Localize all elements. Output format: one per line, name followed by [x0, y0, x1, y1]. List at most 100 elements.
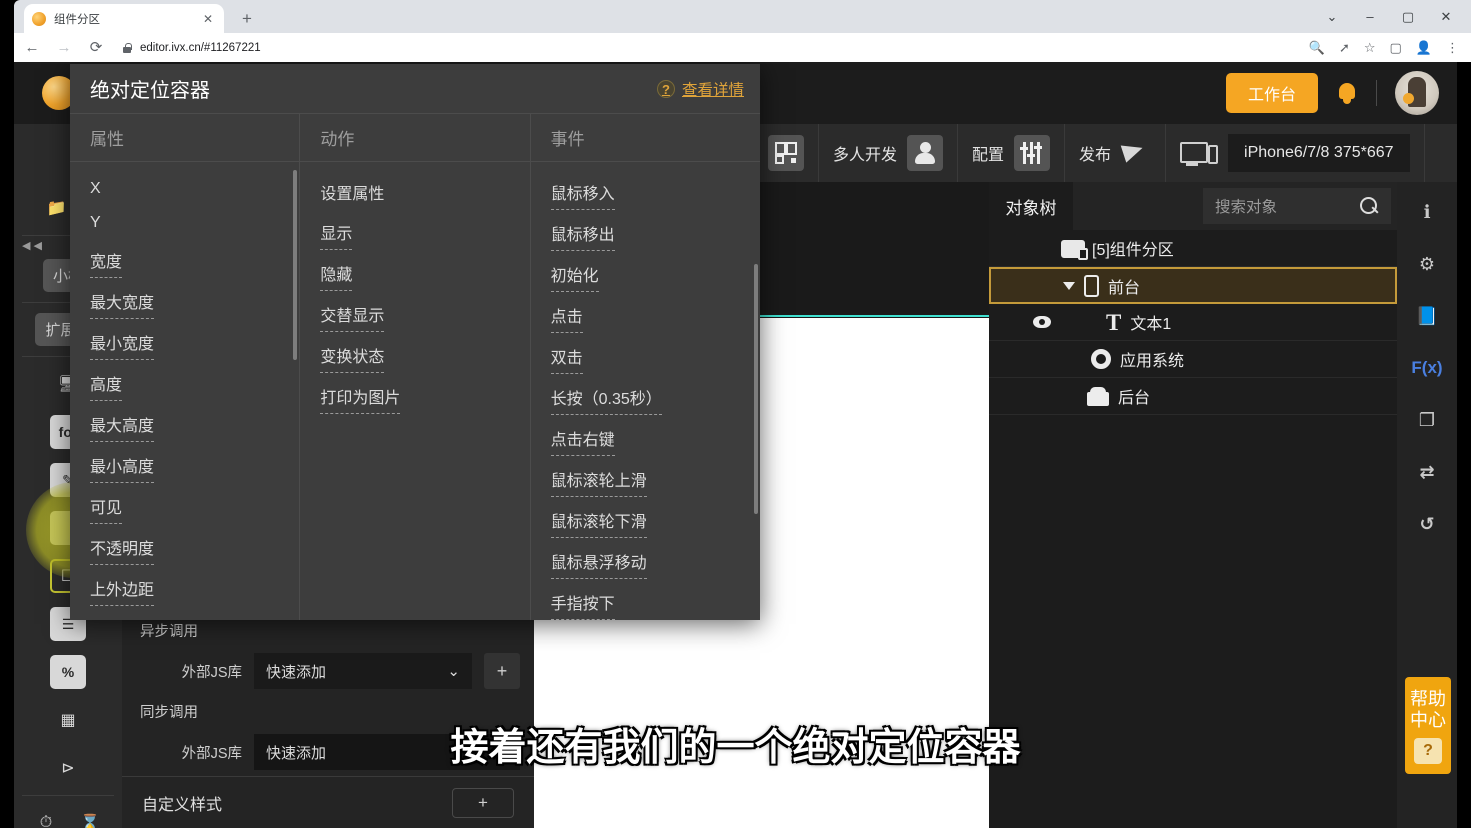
reload-icon[interactable]: ⟳	[82, 34, 110, 62]
copy-icon[interactable]: ❐	[1412, 406, 1442, 434]
list-item[interactable]: 鼠标滚轮上滑	[550, 461, 647, 497]
list-item[interactable]: 双击	[550, 338, 583, 374]
popup-columns: 属性 X Y 宽度 最大宽度 最小宽度 高度 最大高度 最小高度 可见 不透明度…	[70, 114, 760, 620]
close-icon[interactable]: ✕	[200, 12, 216, 26]
bell-icon[interactable]	[1336, 81, 1358, 105]
maximize-icon[interactable]: ▢	[1399, 9, 1417, 25]
list-item[interactable]: 鼠标悬浮移动	[550, 543, 647, 579]
menu-icon[interactable]: ⋮	[1446, 40, 1459, 56]
browser-chrome: 组件分区 ✕ + ⌄ – ▢ ✕ ← → ⟳ editor.ivx.cn/#11…	[0, 0, 1471, 62]
list-item[interactable]: 长按（0.35秒）	[550, 379, 662, 415]
search-placeholder: 搜索对象	[1215, 199, 1278, 216]
qr-code-icon[interactable]	[768, 135, 804, 171]
percent-icon[interactable]: %	[50, 655, 86, 689]
list-item[interactable]: 鼠标移入	[550, 174, 615, 210]
info-settings-icon[interactable]: ⚙	[1412, 250, 1442, 278]
list-item[interactable]: 鼠标滚轮下滑	[550, 502, 647, 538]
browser-tab-title: 组件分区	[54, 13, 100, 26]
list-item[interactable]: 点击	[550, 297, 583, 333]
list-item[interactable]: 设置属性	[320, 174, 384, 209]
profile-icon[interactable]: 👤	[1416, 40, 1432, 56]
list-item[interactable]: 最大高度	[90, 406, 155, 442]
list-item[interactable]: 点击右键	[550, 420, 615, 456]
list-item[interactable]: 手指按下	[550, 584, 615, 620]
chevron-down-icon[interactable]	[1063, 281, 1075, 290]
list-item[interactable]: 初始化	[550, 256, 599, 292]
swap-icon[interactable]: ⇄	[1412, 458, 1442, 486]
list-item[interactable]: 可见	[90, 488, 123, 524]
column-header-actions: 动作	[300, 114, 530, 162]
info-icon[interactable]: ℹ	[1412, 198, 1442, 226]
tree-label: 后台	[1118, 390, 1151, 407]
search-object-input[interactable]: 搜索对象	[1203, 188, 1391, 224]
workbench-button[interactable]: 工作台	[1225, 73, 1318, 113]
zoom-icon[interactable]: 🔍	[1309, 40, 1325, 56]
function-icon[interactable]: F(x)	[1411, 354, 1442, 382]
device-selector[interactable]: iPhone6/7/8 375*667	[1228, 134, 1410, 172]
config-label: 配置	[972, 147, 1005, 164]
list-item[interactable]: 变换状态	[320, 337, 385, 373]
list-item[interactable]: 下外边距	[90, 611, 154, 620]
forward-icon[interactable]: →	[50, 34, 78, 62]
async-add-button[interactable]: +	[484, 653, 520, 689]
star-icon[interactable]: ☆	[1364, 40, 1376, 56]
list-item[interactable]: Y	[90, 208, 101, 237]
minimize-icon[interactable]: –	[1361, 9, 1379, 24]
tree-row-frontend[interactable]: 前台	[989, 267, 1397, 304]
async-js-lib-select[interactable]: 快速添加 ⌄	[254, 653, 472, 689]
list-item[interactable]: 最小宽度	[90, 324, 155, 360]
list-item[interactable]: 显示	[320, 214, 353, 250]
info-book-icon[interactable]: 📘	[1412, 302, 1442, 330]
tab-object-tree[interactable]: 对象树	[989, 182, 1073, 230]
list-item[interactable]: 交替显示	[320, 296, 385, 332]
view-details-link[interactable]: ? 查看详情	[656, 78, 744, 100]
list-item[interactable]: 鼠标移出	[550, 215, 615, 251]
component-reference-popup[interactable]: 绝对定位容器 ? 查看详情 属性 X Y 宽度 最大宽度 最小宽度 高度 最大高…	[70, 64, 760, 620]
left-icon-time-row[interactable]: ⏱ ⌛	[14, 799, 122, 828]
list-item[interactable]: 不透明度	[90, 529, 155, 565]
back-icon[interactable]: ←	[18, 34, 46, 62]
list-item[interactable]: 打印为图片	[320, 378, 401, 414]
list-item[interactable]: 最大宽度	[90, 283, 155, 319]
new-tab-button[interactable]: +	[236, 8, 258, 30]
toolbar-config-group[interactable]: 配置	[958, 124, 1066, 182]
list-item[interactable]: 上外边距	[90, 570, 155, 606]
chevron-down-icon[interactable]: ⌄	[1323, 9, 1341, 25]
scrollbar[interactable]	[753, 264, 758, 514]
list-item[interactable]: 最小高度	[90, 447, 155, 483]
person-icon[interactable]	[907, 135, 944, 171]
toolbar-publish-group[interactable]: 发布	[1065, 124, 1167, 182]
search-icon[interactable]	[1360, 196, 1379, 216]
avatar[interactable]	[1395, 71, 1439, 115]
address-input[interactable]: editor.ivx.cn/#11267221	[122, 37, 1301, 59]
list-item[interactable]: X	[90, 174, 101, 203]
share-icon[interactable]: ➚	[1339, 40, 1350, 56]
left-icon-percent-row[interactable]: %	[14, 648, 122, 696]
async-js-lib-label: 外部JS库	[181, 664, 242, 681]
sliders-icon[interactable]	[1014, 135, 1051, 171]
eye-icon[interactable]	[1033, 316, 1051, 328]
browser-tab[interactable]: 组件分区 ✕	[24, 4, 224, 33]
column-header-events: 事件	[530, 114, 760, 162]
custom-style-add-button[interactable]: +	[452, 787, 514, 818]
tree-row-component-partition[interactable]: [5]组件分区	[989, 230, 1397, 267]
toolbar-multiuser-group[interactable]: 多人开发	[819, 124, 959, 182]
async-js-lib-row: 外部JS库 快速添加 ⌄ +	[122, 647, 534, 695]
history-icon[interactable]: ↺	[1412, 510, 1442, 538]
toolbar-device-group[interactable]: iPhone6/7/8 375*667	[1166, 124, 1425, 182]
list-item[interactable]: 宽度	[90, 242, 123, 278]
phone-icon	[1084, 274, 1099, 297]
list-item[interactable]: 高度	[90, 365, 123, 401]
tree-row-app-system[interactable]: 应用系统	[989, 341, 1397, 378]
sidepanel-icon[interactable]: ▢	[1390, 40, 1402, 56]
close-window-icon[interactable]: ✕	[1437, 9, 1455, 25]
send-icon[interactable]	[1121, 139, 1151, 167]
tree-row-text1[interactable]: T 文本1	[989, 304, 1397, 341]
hourglass-icon[interactable]: ⌛	[72, 806, 108, 828]
divider	[1376, 80, 1377, 106]
scrollbar[interactable]	[293, 170, 298, 360]
list-item[interactable]: 隐藏	[320, 255, 353, 291]
publish-label: 发布	[1079, 147, 1112, 164]
timer-icon[interactable]: ⏱	[28, 806, 64, 828]
tree-row-backend[interactable]: 后台	[989, 378, 1397, 415]
